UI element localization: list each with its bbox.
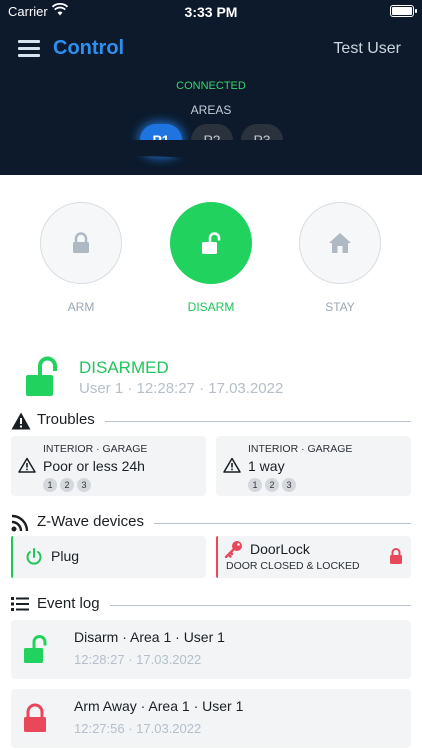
unlock-icon: [26, 356, 57, 396]
unlock-icon: [24, 635, 47, 663]
warning-icon: [11, 412, 31, 430]
clock: 3:33 PM: [184, 4, 238, 20]
stay-button[interactable]: STAY: [299, 202, 381, 314]
zwave-device-plug[interactable]: Plug: [11, 536, 206, 578]
arm-button[interactable]: ARM: [40, 202, 122, 314]
lock-icon: [24, 703, 46, 732]
event-time: 12:27:56 · 17.03.2022: [74, 721, 202, 736]
trouble-partitions: 1 2 3: [248, 478, 299, 492]
zwave-title: Z-Wave devices: [37, 513, 154, 530]
event-time: 12:28:27 · 17.03.2022: [74, 652, 202, 667]
trouble-location: INTERIOR · GARAGE: [248, 443, 353, 455]
event-log-title: Event log: [37, 595, 110, 612]
device-state: DOOR CLOSED & LOCKED: [226, 560, 360, 572]
zwave-device-doorlock[interactable]: DoorLock DOOR CLOSED & LOCKED: [216, 536, 411, 578]
trouble-card[interactable]: INTERIOR · GARAGE Poor or less 24h 1 2 3: [11, 436, 206, 496]
connection-status: CONNECTED: [176, 80, 246, 92]
event-log-item[interactable]: Disarm · Area 1 · User 1 12:28:27 · 17.0…: [11, 620, 411, 679]
unlock-icon: [202, 232, 221, 254]
event-title: Arm Away · Area 1 · User 1: [74, 698, 244, 714]
arm-label: ARM: [67, 300, 95, 314]
lock-icon: [73, 232, 89, 253]
app-root: Carrier 3:33 PM Control Test User CONNEC…: [0, 0, 422, 750]
troubles-header: Troubles: [11, 410, 411, 432]
user-name[interactable]: Test User: [333, 40, 401, 58]
device-name: Plug: [51, 548, 80, 564]
trouble-partitions: 1 2 3: [43, 478, 94, 492]
warning-icon: [223, 457, 241, 473]
partition-badge: 3: [77, 478, 91, 492]
home-icon: [329, 233, 351, 253]
arm-circle[interactable]: [40, 202, 122, 284]
partition-badge: 2: [265, 478, 279, 492]
event-log-item[interactable]: Arm Away · Area 1 · User 1 12:27:56 · 17…: [11, 689, 411, 748]
partition-badge: 1: [43, 478, 57, 492]
trouble-location: INTERIOR · GARAGE: [43, 443, 148, 455]
event-title: Disarm · Area 1 · User 1: [74, 629, 225, 645]
power-icon: [26, 548, 42, 565]
page-title: Control: [53, 37, 125, 59]
stay-label: STAY: [325, 300, 355, 314]
status-detail: User 1 · 12:28:27 · 17.03.2022: [79, 380, 284, 397]
event-log-header: Event log: [11, 594, 411, 616]
zwave-header: Z-Wave devices: [11, 512, 411, 534]
trouble-card[interactable]: INTERIOR · GARAGE 1 way 1 2 3: [216, 436, 411, 496]
disarm-button[interactable]: DISARM: [170, 202, 252, 314]
trouble-text: Poor or less 24h: [43, 458, 145, 474]
status-state: DISARMED: [79, 358, 169, 377]
areas-label: AREAS: [190, 103, 232, 117]
rss-icon: [11, 514, 29, 532]
device-name: DoorLock: [250, 541, 310, 557]
trouble-text: 1 way: [248, 458, 285, 474]
stay-circle[interactable]: [299, 202, 381, 284]
partition-badge: 3: [282, 478, 296, 492]
battery-icon: [390, 5, 417, 17]
disarm-label: DISARM: [187, 300, 235, 314]
partition-badge: 1: [248, 478, 262, 492]
list-icon: [11, 597, 29, 611]
lock-icon: [390, 548, 402, 564]
disarm-circle[interactable]: [170, 202, 252, 284]
partition-badge: 2: [60, 478, 74, 492]
warning-icon: [18, 457, 36, 473]
system-status: DISARMED User 1 · 12:28:27 · 17.03.2022: [24, 355, 404, 400]
header-wave: [0, 140, 422, 166]
status-bar: Carrier 3:33 PM: [0, 0, 422, 22]
menu-icon[interactable]: [18, 40, 40, 58]
key-icon: [224, 541, 242, 558]
troubles-title: Troubles: [37, 411, 105, 428]
